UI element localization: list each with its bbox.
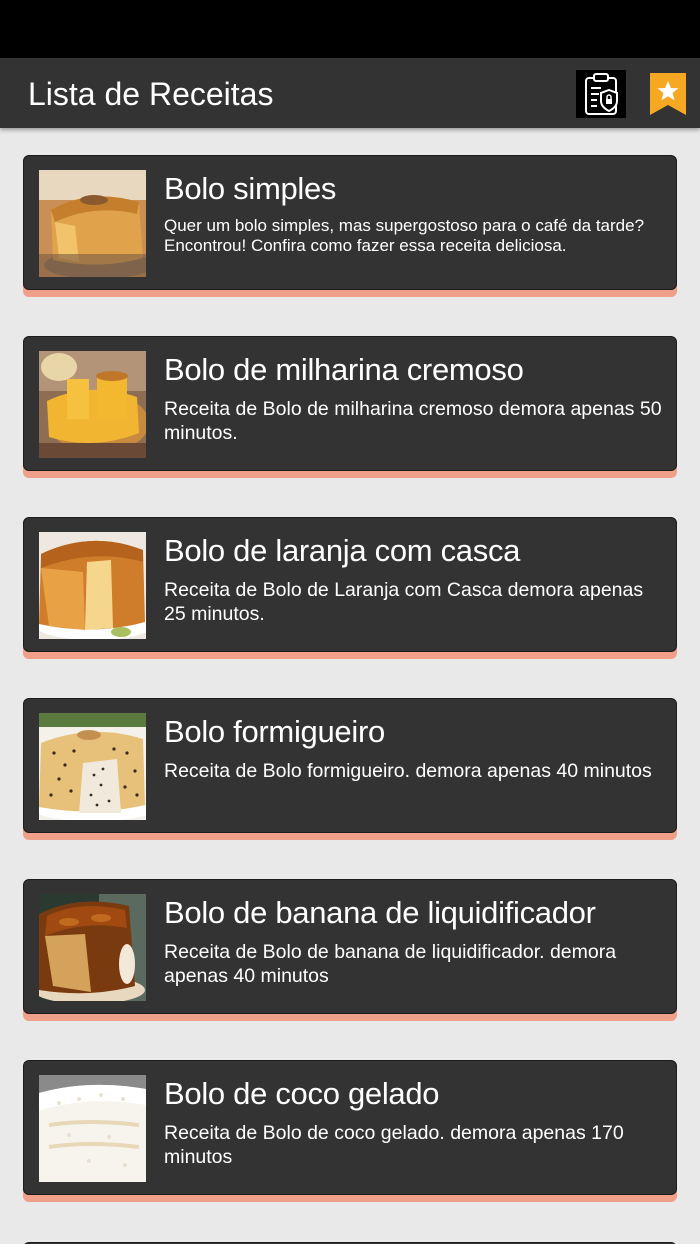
recipe-card[interactable]: Bolo de laranja com casca Receita de Bol… [23,517,677,659]
recipe-title: Bolo de coco gelado [164,1076,440,1111]
recipe-title: Bolo formigueiro [164,714,385,749]
recipe-description: Receita de Bolo de milharina cremoso dem… [164,398,662,444]
recipe-card[interactable]: Bolo de banana de liquidificador Receita… [23,879,677,1021]
recipe-image [39,713,146,820]
privacy-policy-button[interactable] [576,70,626,118]
recipe-image [39,351,146,458]
recipe-description: Receita de Bolo de coco gelado. demora a… [164,1122,624,1168]
recipe-title: Bolo de banana de liquidificador [164,895,596,930]
favorites-button[interactable] [648,70,688,118]
recipe-image [39,532,146,639]
recipe-image [39,1075,146,1182]
recipe-description: Receita de Bolo de Laranja com Casca dem… [164,579,644,625]
recipe-title: Bolo de laranja com casca [164,533,521,568]
recipe-title: Bolo de milharina cremoso [164,352,524,387]
recipe-card[interactable]: Bolo de milharina cremoso Receita de Bol… [23,336,677,478]
privacy-clipboard-lock-icon [585,73,618,115]
recipe-description: Receita de Bolo formigueiro. demora apen… [164,760,652,782]
recipe-card[interactable]: Bolo de coco gelado Receita de Bolo de c… [23,1060,677,1202]
recipe-image [39,170,146,277]
recipe-card[interactable]: Bolo formigueiro Receita de Bolo formigu… [23,698,677,840]
bookmark-star-icon [650,73,686,115]
app-bar: Lista de Receitas [0,58,700,128]
recipe-image [39,894,146,1001]
app-title: Lista de Receitas [28,76,274,112]
recipe-title: Bolo simples [164,171,337,206]
recipe-description: Receita de Bolo de banana de liquidifica… [164,941,617,987]
status-bar [0,0,700,58]
recipe-list[interactable]: Bolo simples Quer um bolo simples, mas s… [0,128,700,1244]
recipe-description: Quer um bolo simples, mas supergostoso p… [164,216,645,255]
recipe-card[interactable]: Bolo simples Quer um bolo simples, mas s… [23,155,677,297]
